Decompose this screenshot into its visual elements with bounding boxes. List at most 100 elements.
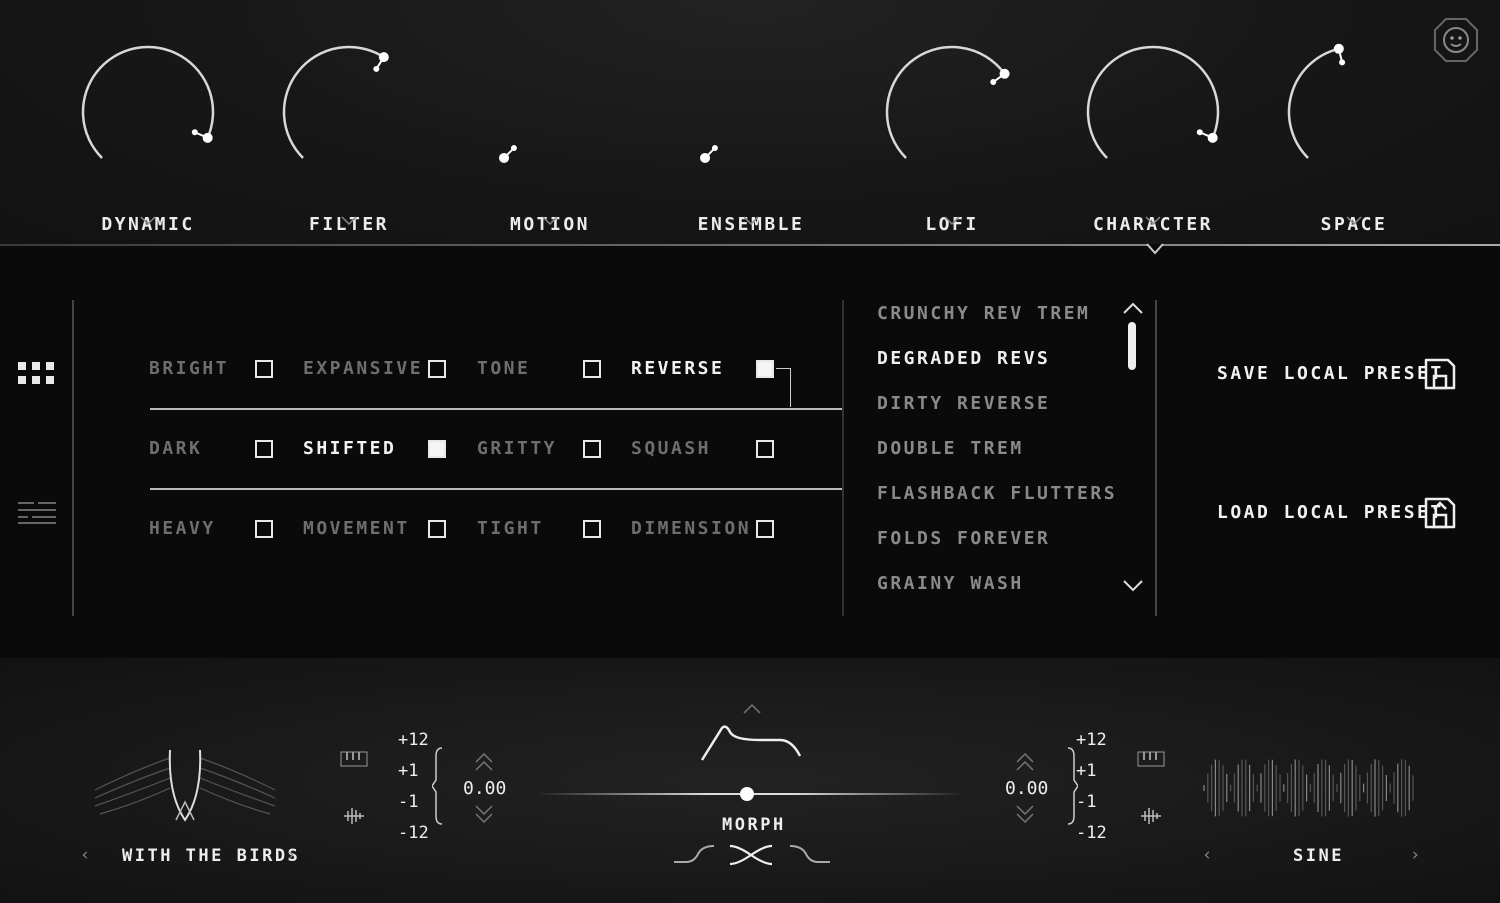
tag-checkbox-expansive[interactable] <box>428 360 446 378</box>
morph-up-icon[interactable] <box>742 700 762 719</box>
preset-item[interactable]: FLASHBACK FLUTTERS <box>877 483 1117 504</box>
source-a-prev-icon[interactable]: ‹ <box>80 845 90 865</box>
source-b-keys-icon[interactable] <box>1137 748 1165 772</box>
knob-arc <box>885 45 1010 159</box>
pitch-step-option[interactable]: -1 <box>398 792 418 812</box>
preset-item[interactable]: FOLDS FOREVER <box>877 528 1050 549</box>
tag-label-reverse[interactable]: REVERSE <box>631 358 724 379</box>
preset-item[interactable]: DOUBLE TREM <box>877 438 1024 459</box>
pitch-step-option[interactable]: -12 <box>1076 823 1107 843</box>
source-b-pitch-bracket <box>1066 746 1079 830</box>
tag-label-dimension[interactable]: DIMENSION <box>631 518 751 539</box>
tag-row-divider <box>150 488 842 490</box>
source-b-visual <box>1200 756 1420 820</box>
pitch-step-option[interactable]: -12 <box>398 823 429 843</box>
tag-row-divider <box>150 408 842 410</box>
list-view-icon[interactable] <box>18 500 56 526</box>
tag-checkbox-bright[interactable] <box>255 360 273 378</box>
tag-checkbox-tone[interactable] <box>583 360 601 378</box>
tag-checkbox-movement[interactable] <box>428 520 446 538</box>
load-preset-label[interactable]: LOAD LOCAL PRESET <box>1217 502 1444 523</box>
source-b-pitch-value[interactable]: 0.00 <box>1005 778 1048 799</box>
morph-shape-left-icon[interactable] <box>672 844 716 870</box>
source-b-wave-icon[interactable] <box>1139 806 1163 830</box>
knob-character[interactable]: CHARACTER <box>1053 30 1253 240</box>
morph-curve-icon <box>700 724 804 768</box>
knob-arc <box>1086 45 1220 159</box>
sidebar-divider <box>72 300 74 616</box>
source-a-visual <box>90 749 280 830</box>
preset-scrollbar[interactable] <box>1128 322 1136 370</box>
tag-checkbox-reverse[interactable] <box>756 360 774 378</box>
tag-label-shifted[interactable]: SHIFTED <box>303 438 396 459</box>
knob-arc <box>499 145 517 163</box>
tag-label-dark[interactable]: DARK <box>149 438 202 459</box>
tag-checkbox-heavy[interactable] <box>255 520 273 538</box>
active-knob-pointer <box>1146 240 1164 255</box>
tag-checkbox-squash[interactable] <box>756 440 774 458</box>
macro-knob-bar: DYNAMIC FILTER MOTION ENSEMBLE LOFI CHAR… <box>0 0 1500 246</box>
tag-label-expansive[interactable]: EXPANSIVE <box>303 358 423 379</box>
knob-dynamic[interactable]: DYNAMIC <box>48 30 248 240</box>
load-icon[interactable] <box>1422 495 1458 535</box>
source-b-prev-icon[interactable]: ‹ <box>1202 845 1212 865</box>
tag-checkbox-shifted[interactable] <box>428 440 446 458</box>
morph-thumb[interactable] <box>740 787 754 801</box>
save-icon[interactable] <box>1422 356 1458 396</box>
source-a-name[interactable]: WITH THE BIRDS <box>122 846 300 866</box>
source-a-keys-icon[interactable] <box>340 748 368 772</box>
knob-filter[interactable]: FILTER <box>249 30 449 240</box>
source-b-next-icon[interactable]: › <box>1410 845 1420 865</box>
preset-item[interactable]: CRUNCHY REV TREM <box>877 303 1090 324</box>
tag-checkbox-dimension[interactable] <box>756 520 774 538</box>
preset-list-divider <box>842 300 844 616</box>
knob-lofi[interactable]: LOFI <box>852 30 1052 240</box>
action-divider <box>1155 300 1157 616</box>
source-a-wave-icon[interactable] <box>342 806 366 830</box>
grid-view-icon[interactable] <box>18 360 56 386</box>
knob-arc <box>282 45 389 159</box>
preset-item[interactable]: DEGRADED REVS <box>877 348 1050 369</box>
tag-checkbox-tight[interactable] <box>583 520 601 538</box>
source-b-pitch-down-icon[interactable] <box>1015 804 1035 830</box>
knob-arc <box>81 45 215 159</box>
tag-label-movement[interactable]: MOVEMENT <box>303 518 410 539</box>
morph-crossfade-icon[interactable] <box>728 844 774 870</box>
browser-panel: BRIGHT EXPANSIVE TONE REVERSE DARK SHIFTED GRI… <box>0 248 1500 658</box>
source-a-next-icon[interactable]: › <box>286 845 296 865</box>
logo-icon <box>1432 16 1480 64</box>
morph-slider[interactable] <box>540 786 960 802</box>
source-a-pitch-up-icon[interactable] <box>474 750 494 776</box>
knob-arc <box>1287 43 1346 159</box>
tag-label-gritty[interactable]: GRITTY <box>477 438 557 459</box>
tag-checkbox-dark[interactable] <box>255 440 273 458</box>
pitch-step-option[interactable]: +1 <box>1076 761 1096 781</box>
tag-label-squash[interactable]: SQUASH <box>631 438 711 459</box>
knob-ensemble[interactable]: ENSEMBLE <box>651 30 851 240</box>
save-preset-label[interactable]: SAVE LOCAL PRESET <box>1217 363 1444 384</box>
knob-space[interactable]: SPACE <box>1254 30 1454 240</box>
scroll-down-icon[interactable] <box>1122 578 1144 597</box>
tag-checkbox-gritty[interactable] <box>583 440 601 458</box>
tag-label-heavy[interactable]: HEAVY <box>149 518 216 539</box>
source-b-pitch-up-icon[interactable] <box>1015 750 1035 776</box>
pitch-step-option[interactable]: +1 <box>398 761 418 781</box>
tag-label-bright[interactable]: BRIGHT <box>149 358 229 379</box>
knob-motion[interactable]: MOTION <box>450 30 650 240</box>
knob-arc <box>700 145 718 163</box>
sound-source-bar: ‹ WITH THE BIRDS › +12 +1 -1 -12 0.00 MORPH… <box>0 658 1500 903</box>
tag-label-tight[interactable]: TIGHT <box>477 518 544 539</box>
pitch-step-option[interactable]: -1 <box>1076 792 1096 812</box>
morph-shape-right-icon[interactable] <box>788 844 832 870</box>
source-a-pitch-bracket <box>431 746 444 830</box>
tag-label-tone[interactable]: TONE <box>477 358 530 379</box>
preset-item[interactable]: DIRTY REVERSE <box>877 393 1050 414</box>
checkbox-connector <box>776 368 791 407</box>
scroll-up-icon[interactable] <box>1122 300 1144 319</box>
pitch-step-option[interactable]: +12 <box>398 730 429 750</box>
source-b-name[interactable]: SINE <box>1293 846 1344 866</box>
pitch-step-option[interactable]: +12 <box>1076 730 1107 750</box>
preset-item[interactable]: GRAINY WASH <box>877 573 1024 594</box>
source-a-pitch-down-icon[interactable] <box>474 804 494 830</box>
source-a-pitch-value[interactable]: 0.00 <box>463 778 506 799</box>
